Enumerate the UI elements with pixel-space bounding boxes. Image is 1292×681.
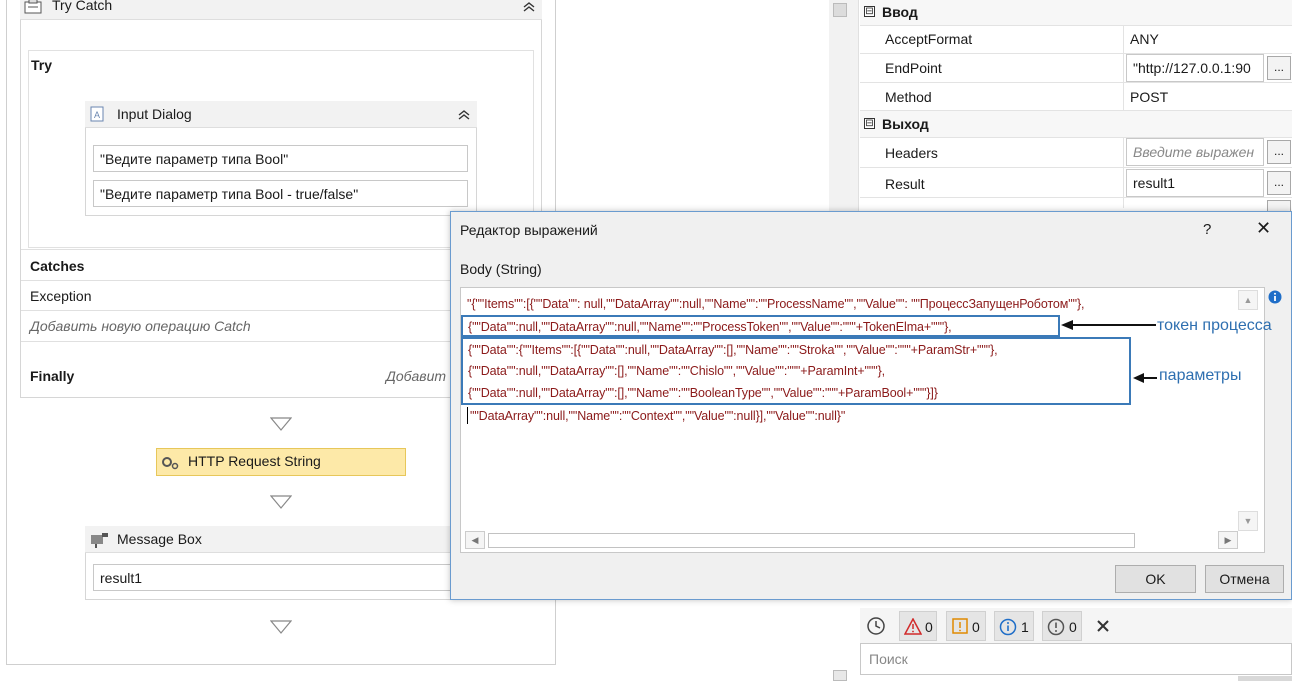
category-row-input[interactable]: [860, 0, 1292, 26]
input-dialog-title-field[interactable]: "Ведите параметр типа Bool - true/false": [93, 180, 468, 207]
collapse-icon[interactable]: [522, 2, 536, 12]
warnings-filter-button[interactable]: 0: [946, 611, 986, 641]
scroll-up-button[interactable]: [833, 3, 847, 17]
cancel-button[interactable]: Отмена: [1205, 565, 1284, 593]
property-value[interactable]: ANY: [1130, 31, 1159, 47]
collapse-expander-icon[interactable]: ⊟: [864, 6, 875, 17]
column-separator: [1123, 138, 1124, 208]
scroll-up-arrow-icon[interactable]: ▲: [1238, 290, 1258, 310]
headers-value-field[interactable]: Введите выражен: [1126, 138, 1264, 166]
input-dialog-prompt-field[interactable]: "Ведите параметр типа Bool": [93, 145, 468, 172]
horizontal-scrollbar[interactable]: ◀ ▶: [465, 531, 1239, 549]
arrow-left-icon: [1061, 320, 1156, 330]
catches-label: Catches: [30, 258, 85, 274]
try-catch-title: Try Catch: [52, 0, 113, 13]
scroll-down-button[interactable]: [833, 670, 847, 681]
property-name: Method: [885, 89, 932, 105]
clock-icon[interactable]: [866, 616, 886, 636]
property-name: Headers: [885, 145, 938, 161]
exception-label[interactable]: Exception: [30, 288, 91, 304]
code-line: "{""Items"":[{""Data"": null,""DataArray…: [467, 297, 1085, 311]
dialog-title: Редактор выражений: [460, 222, 598, 238]
property-value[interactable]: POST: [1130, 89, 1168, 105]
scrollbar-thumb[interactable]: [1238, 676, 1292, 681]
arrow-left-icon: [1133, 373, 1157, 383]
property-name: EndPoint: [885, 60, 942, 76]
drop-arrow-icon: [270, 495, 292, 509]
endpoint-value-field[interactable]: "http://127.0.0.1:90: [1126, 54, 1264, 82]
category-output-label: Выход: [882, 116, 929, 132]
gears-icon: [162, 457, 179, 470]
collapse-expander-icon[interactable]: ⊟: [864, 118, 875, 129]
result-value-field[interactable]: result1: [1126, 169, 1264, 197]
clear-icon[interactable]: [1095, 618, 1111, 634]
params-highlight-box: [461, 337, 1131, 405]
error-search-input[interactable]: Поиск: [860, 643, 1292, 675]
info-count: 1: [1021, 619, 1029, 635]
token-highlight-box: [461, 315, 1060, 337]
endpoint-browse-button[interactable]: ...: [1267, 56, 1291, 80]
scroll-right-arrow-icon[interactable]: ▶: [1218, 531, 1238, 549]
http-request-label: HTTP Request String: [188, 453, 321, 469]
errors-filter-button[interactable]: 0: [899, 611, 937, 641]
message-box-text-field[interactable]: result1: [93, 564, 453, 591]
property-name: AcceptFormat: [885, 31, 973, 47]
info-filter-button[interactable]: 1: [994, 611, 1034, 641]
finally-label: Finally: [30, 368, 75, 384]
message-icon: [1047, 618, 1065, 636]
result-browse-button[interactable]: ...: [1267, 171, 1291, 195]
message-box-icon: [91, 533, 108, 548]
scroll-down-arrow-icon[interactable]: ▼: [1238, 511, 1258, 531]
scroll-thumb[interactable]: [488, 533, 1135, 548]
error-icon: [904, 618, 922, 635]
code-line: ""DataArray"":null,""Name"":""Context"",…: [470, 409, 846, 423]
body-label: Body (String): [460, 261, 542, 277]
close-icon[interactable]: ✕: [1256, 218, 1271, 239]
headers-browse-button[interactable]: ...: [1267, 140, 1291, 164]
input-dialog-icon: A: [90, 106, 104, 122]
info-icon: [999, 618, 1017, 636]
vertical-scrollbar[interactable]: ▲ ▼: [1238, 290, 1258, 531]
svg-text:A: A: [94, 110, 100, 120]
drop-arrow-icon: [270, 620, 292, 634]
messages-filter-button[interactable]: 0: [1042, 611, 1082, 641]
warning-count: 0: [972, 619, 980, 635]
try-label: Try: [31, 57, 53, 73]
info-icon[interactable]: [1268, 290, 1282, 304]
warning-icon: [952, 618, 968, 634]
column-separator: [1123, 26, 1124, 111]
message-count: 0: [1069, 619, 1077, 635]
message-box-title: Message Box: [117, 531, 202, 547]
params-annotation: параметры: [1159, 367, 1242, 384]
property-name: Result: [885, 176, 925, 192]
add-catch-link[interactable]: Добавить новую операцию Catch: [30, 318, 251, 334]
ok-button[interactable]: OK: [1115, 565, 1196, 593]
collapse-icon[interactable]: [457, 110, 471, 120]
category-input-label: Ввод: [882, 4, 918, 20]
finally-add-link[interactable]: Добавит: [386, 368, 446, 384]
scroll-left-arrow-icon[interactable]: ◀: [465, 531, 485, 549]
drop-arrow-icon: [270, 417, 292, 431]
error-count: 0: [925, 619, 933, 635]
text-cursor: [467, 407, 468, 424]
input-dialog-title: Input Dialog: [117, 106, 192, 122]
help-button[interactable]: ?: [1203, 221, 1211, 238]
try-catch-icon: [24, 0, 42, 14]
